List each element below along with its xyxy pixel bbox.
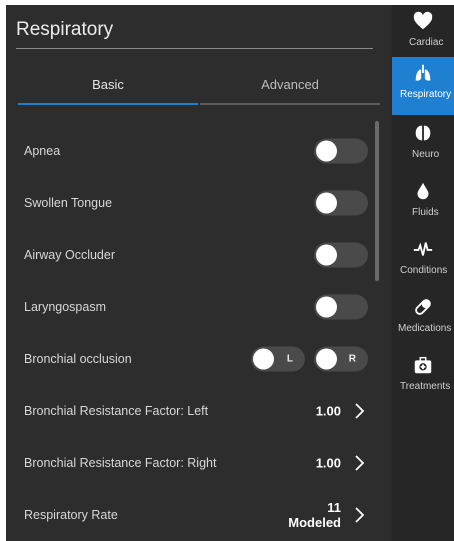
lungs-icon: [415, 64, 431, 81]
apnea-toggle[interactable]: [314, 138, 368, 164]
sidebar: Cardiac Respiratory Neuro Fluids Conditi…: [392, 5, 454, 541]
sidebar-item-label: Medications: [398, 323, 452, 334]
laryngospasm-label: Laryngospasm: [24, 300, 106, 314]
toggle-knob: [316, 192, 337, 214]
toggle-knob: [316, 244, 337, 266]
sidebar-item-conditions[interactable]: Conditions: [392, 233, 454, 291]
resistance-left-value: 1.00: [315, 403, 341, 419]
apnea-label: Apnea: [24, 144, 61, 158]
sidebar-item-label: Cardiac: [409, 37, 444, 48]
heart-icon: [413, 11, 433, 30]
toggle-knob: [253, 348, 274, 370]
resistance-right-value: 1.00: [315, 455, 341, 471]
sidebar-item-cardiac[interactable]: Cardiac: [392, 5, 454, 63]
sidebar-item-label: Neuro: [412, 149, 440, 160]
row-resistance-left[interactable]: Bronchial Resistance Factor: Left 1.00: [6, 385, 376, 437]
airway-occluder-label: Airway Occluder: [24, 248, 115, 262]
sidebar-item-label: Treatments: [400, 381, 451, 392]
toggle-knob: [316, 348, 337, 370]
row-apnea: Apnea: [6, 125, 376, 177]
resistance-right-label: Bronchial Resistance Factor: Right: [24, 456, 217, 470]
left-toggle-label: L: [286, 353, 293, 365]
respiratory-rate-mode: Modeled: [288, 515, 341, 530]
sidebar-item-fluids[interactable]: Fluids: [392, 175, 454, 233]
sidebar-item-label: Conditions: [400, 265, 448, 276]
laryngospasm-toggle[interactable]: [314, 294, 368, 320]
tab-advanced[interactable]: Advanced: [200, 67, 380, 105]
right-toggle-label: R: [348, 353, 356, 365]
row-respiratory-rate[interactable]: Respiratory Rate 11 Modeled: [6, 489, 376, 541]
pill-icon: [415, 299, 431, 315]
swollen-tongue-toggle[interactable]: [314, 190, 368, 216]
bronchial-occlusion-right-toggle[interactable]: R: [314, 346, 368, 372]
sidebar-item-respiratory[interactable]: Respiratory: [392, 57, 454, 115]
row-resistance-right[interactable]: Bronchial Resistance Factor: Right 1.00: [6, 437, 376, 489]
tab-basic[interactable]: Basic: [18, 67, 198, 105]
sidebar-item-neuro[interactable]: Neuro: [392, 117, 454, 175]
settings-list: Apnea Swollen Tongue Airway Occluder Lar…: [6, 119, 376, 541]
row-airway-occluder: Airway Occluder: [6, 229, 376, 281]
sidebar-item-treatments[interactable]: Treatments: [392, 349, 454, 407]
row-bronchial-occlusion: Bronchial occlusion L R: [6, 333, 376, 385]
drop-icon: [417, 182, 429, 200]
title-divider: [16, 48, 373, 49]
medkit-icon: [414, 356, 432, 374]
toggle-knob: [316, 140, 337, 162]
sidebar-item-label: Fluids: [412, 207, 439, 218]
chevron-right-icon[interactable]: [352, 402, 368, 420]
bronchial-occlusion-label: Bronchial occlusion: [24, 352, 132, 366]
row-laryngospasm: Laryngospasm: [6, 281, 376, 333]
row-swollen-tongue: Swollen Tongue: [6, 177, 376, 229]
app-window: Respiratory Basic Advanced Apnea Swollen…: [6, 5, 454, 541]
respiratory-panel: Respiratory Basic Advanced Apnea Swollen…: [6, 5, 390, 541]
bronchial-occlusion-left-toggle[interactable]: L: [251, 346, 305, 372]
toggle-knob: [316, 296, 337, 318]
chevron-right-icon[interactable]: [352, 506, 368, 524]
sidebar-item-label: Respiratory: [400, 89, 452, 100]
page-title: Respiratory: [16, 19, 114, 40]
sidebar-item-medications[interactable]: Medications: [392, 291, 454, 349]
respiratory-rate-value: 11 Modeled: [288, 500, 341, 530]
respiratory-rate-number: 11: [327, 500, 341, 515]
swollen-tongue-label: Swollen Tongue: [24, 196, 113, 210]
pulse-icon: [413, 242, 433, 256]
airway-occluder-toggle[interactable]: [314, 242, 368, 268]
chevron-right-icon[interactable]: [352, 454, 368, 472]
scrollbar[interactable]: [375, 121, 379, 281]
respiratory-rate-label: Respiratory Rate: [24, 508, 118, 522]
brain-icon: [415, 125, 431, 141]
resistance-left-label: Bronchial Resistance Factor: Left: [24, 404, 209, 418]
